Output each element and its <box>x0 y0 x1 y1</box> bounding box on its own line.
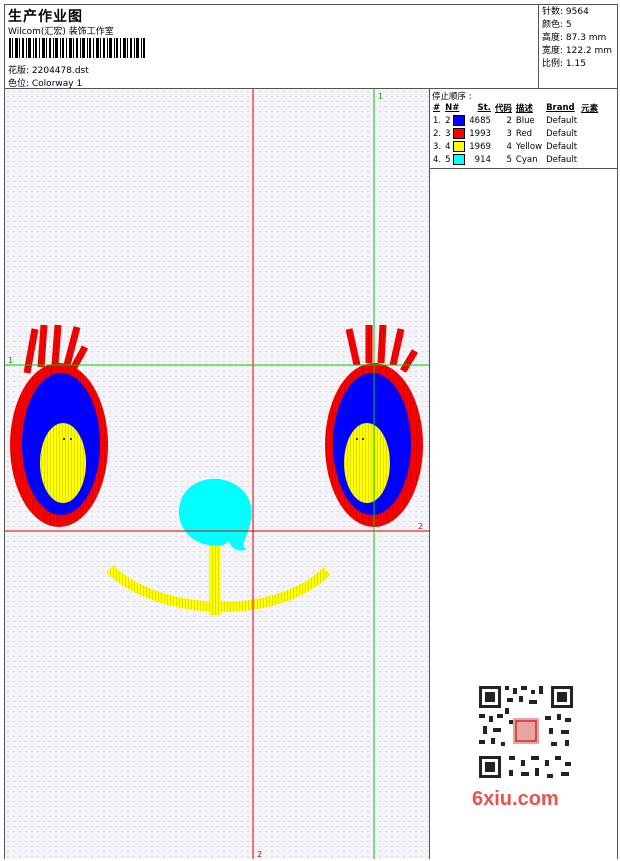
row-element <box>579 127 600 140</box>
mouth <box>106 545 331 615</box>
row-description: Cyan <box>515 154 538 165</box>
row-description: Blue <box>515 115 535 126</box>
row-index: 1. <box>433 115 442 126</box>
guide-label-red-h: 2 <box>418 522 423 531</box>
row-index: 3. <box>433 141 442 152</box>
nose <box>178 478 252 551</box>
color-swatch <box>453 154 466 165</box>
stitch-count: 针数: 9564 <box>542 7 589 17</box>
col-element: 元素 <box>581 104 599 114</box>
sheet-subtitle: Wilcom(汇宏) 装饰工作室 <box>8 27 114 37</box>
guide-label-green-v: 1 <box>378 92 383 101</box>
color-swatch <box>453 141 466 152</box>
row-brand: Default <box>546 128 578 139</box>
stop-sequence-table: # N# St. 代码 描述 Brand 元素 1. 2 4685 2 Blue… <box>431 102 600 166</box>
row-code: 3 <box>506 128 512 139</box>
guide-label-green-h: 1 <box>8 356 13 365</box>
sheet-header: 生产作业图 Wilcom(汇宏) 装饰工作室 花版: 2204478.dst 色… <box>5 5 617 89</box>
left-eye <box>10 324 108 527</box>
col-code: 代码 <box>494 104 512 114</box>
sheet-title: 生产作业图 <box>8 9 83 25</box>
watermark-logo: 6xiu.com <box>472 788 559 810</box>
row-index: 4. <box>433 154 442 165</box>
col-description: 描述 <box>515 104 533 114</box>
row-stitches: 914 <box>474 154 491 165</box>
col-stitches: St. <box>477 103 491 113</box>
row-code: 2 <box>506 115 512 126</box>
row-brand: Default <box>546 115 578 126</box>
row-element <box>579 153 600 166</box>
table-row: 2. 3 1993 3 Red Default <box>431 127 600 140</box>
design-width: 宽度: 122.2 mm <box>542 46 613 56</box>
row-needle: 2 <box>443 114 467 127</box>
guide-label-red-v: 2 <box>257 850 262 859</box>
col-needle: N# <box>445 103 460 113</box>
row-index: 2. <box>433 128 442 139</box>
row-element <box>579 114 600 127</box>
colorway: 色位: Colorway 1 <box>8 79 83 89</box>
row-needle: 4 <box>443 140 467 153</box>
left-eye-pupil <box>40 423 86 503</box>
color-count: 颜色: 5 <box>542 20 572 30</box>
row-needle: 3 <box>443 127 467 140</box>
table-header-row: # N# St. 代码 描述 Brand 元素 <box>431 102 600 114</box>
qr-code <box>465 680 581 786</box>
col-brand: Brand <box>546 103 575 113</box>
pattern-file: 花版: 2204478.dst <box>8 66 89 76</box>
table-row: 1. 2 4685 2 Blue Default <box>431 114 600 127</box>
design-height: 高度: 87.3 mm <box>542 33 607 43</box>
stats-panel: 针数: 9564 颜色: 5 高度: 87.3 mm 宽度: 122.2 mm … <box>538 5 617 88</box>
row-stitches: 1969 <box>469 141 491 152</box>
row-element <box>579 140 600 153</box>
qr-code-icon <box>465 680 581 786</box>
color-swatch <box>453 128 466 139</box>
row-description: Yellow <box>515 141 543 152</box>
embroidery-preview: 1 1 2 2 <box>5 89 429 859</box>
row-stitches: 4685 <box>469 115 491 126</box>
row-needle: 5 <box>443 153 467 166</box>
row-description: Red <box>515 128 533 139</box>
stop-sequence-panel: 停止顺序 : # N# St. 代码 描述 Brand 元素 1. 2 4685 <box>430 89 617 169</box>
row-code: 5 <box>506 154 512 165</box>
design-scale: 比例: 1.15 <box>542 59 586 69</box>
barcode <box>9 38 145 58</box>
table-row: 3. 4 1969 4 Yellow Default <box>431 140 600 153</box>
table-row: 4. 5 914 5 Cyan Default <box>431 153 600 166</box>
row-brand: Default <box>546 141 578 152</box>
design-canvas: 1 1 2 2 <box>5 89 430 859</box>
right-eyelashes <box>345 324 419 373</box>
row-code: 4 <box>506 141 512 152</box>
right-eye-pupil <box>344 423 390 503</box>
row-brand: Default <box>546 154 578 165</box>
color-swatch <box>453 115 466 126</box>
row-stitches: 1993 <box>469 128 491 139</box>
col-index: # <box>433 103 441 113</box>
stop-sequence-title: 停止顺序 : <box>432 92 472 102</box>
